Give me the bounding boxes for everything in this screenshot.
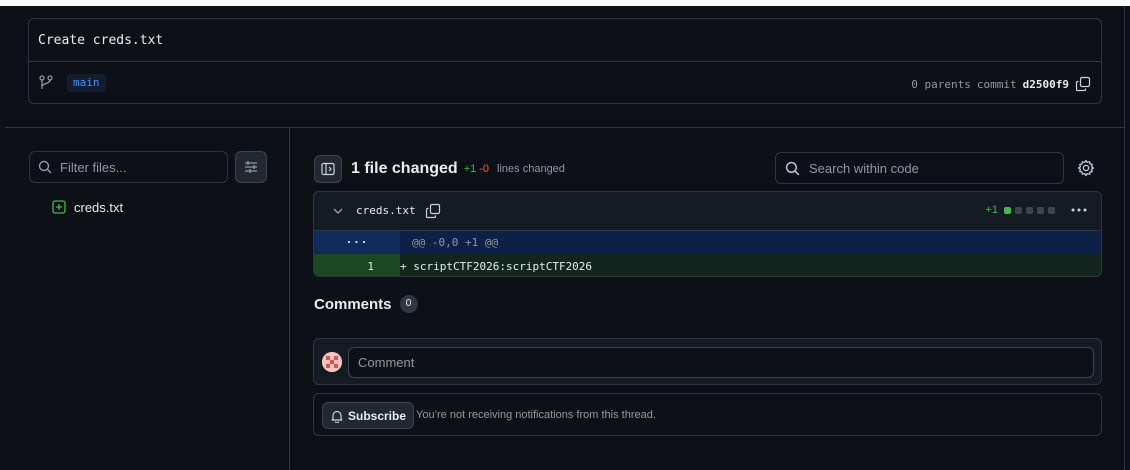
comments-header: Comments 0	[314, 295, 418, 313]
lines-changed-label: lines changed	[497, 163, 565, 175]
commit-meta: 0 parents commit d2500f9	[911, 74, 1091, 94]
filter-files-input[interactable]	[29, 151, 228, 183]
comment-input[interactable]	[348, 347, 1094, 378]
comment-composer	[313, 338, 1102, 385]
comments-title: Comments	[314, 295, 392, 313]
diff-stat-block	[1037, 206, 1044, 214]
commit-header: Create creds.txt main 0 parents commit d…	[28, 18, 1102, 104]
deletions-count: -0	[479, 163, 490, 175]
diff-stat-block	[1026, 206, 1033, 214]
code-search-input[interactable]	[775, 152, 1064, 184]
parents-count[interactable]: 0 parents	[911, 78, 971, 91]
search-icon	[785, 161, 800, 175]
files-changed-count: 1 file changed	[351, 160, 458, 177]
sliders-icon	[245, 161, 257, 173]
sidebar-collapse-icon	[321, 162, 335, 176]
branch-badge[interactable]: main	[67, 74, 106, 92]
code-search-field[interactable]	[809, 160, 1049, 176]
diff-filename[interactable]: creds.txt	[356, 204, 416, 217]
git-branch-icon	[39, 75, 53, 89]
diff-hunk-row: ··· @@ -0,0 +1 @@	[314, 231, 1101, 254]
diff-stat-block	[1015, 206, 1022, 214]
identicon-icon	[322, 352, 342, 372]
diff-stat-block	[1048, 206, 1055, 214]
diff-line-added: 1 + scriptCTF2026:scriptCTF2026	[314, 254, 1101, 276]
chevron-down-icon[interactable]	[332, 205, 344, 217]
page-scrollbar[interactable]	[1124, 6, 1130, 470]
subscribe-button[interactable]: Subscribe	[322, 402, 415, 429]
comment-field[interactable]	[358, 355, 1058, 370]
diff-summary: 1 file changed +1 -0 lines changed	[351, 158, 565, 180]
gear-icon[interactable]	[1077, 159, 1095, 177]
file-diff: creds.txt +1 ··· @@ -0,0 +1 @@ 1 + scrip…	[313, 191, 1102, 277]
hunk-header: @@ -0,0 +1 @@	[412, 236, 499, 249]
commit-label: commit	[976, 77, 1017, 91]
diff-stat-additions: +1	[985, 204, 998, 216]
diff-line-content: + scriptCTF2026:scriptCTF2026	[400, 259, 593, 273]
file-tree-item[interactable]: creds.txt	[52, 197, 123, 217]
line-number[interactable]: 1	[314, 254, 400, 276]
file-diff-header: creds.txt +1	[314, 192, 1101, 231]
commit-sha: d2500f9	[1022, 77, 1069, 91]
diff-stat-block	[1004, 206, 1011, 214]
subscribe-button-label: Subscribe	[348, 408, 407, 423]
diff-stat: +1	[985, 204, 1055, 216]
copy-icon[interactable]	[425, 203, 441, 219]
bell-icon	[331, 410, 343, 423]
copy-icon[interactable]	[1075, 76, 1091, 92]
filter-options-button[interactable]	[235, 151, 267, 183]
toggle-file-tree-button[interactable]	[314, 155, 342, 183]
file-tree-item-label: creds.txt	[74, 199, 124, 215]
commit-title: Create creds.txt	[38, 33, 164, 48]
notification-status-text: You’re not receiving notifications from …	[416, 409, 656, 421]
file-added-icon	[52, 200, 66, 214]
section-divider	[5, 127, 1124, 128]
search-icon	[38, 160, 52, 174]
avatar[interactable]	[322, 352, 342, 372]
expand-hunk-button[interactable]: ···	[314, 231, 400, 254]
filter-files-field[interactable]	[60, 159, 210, 175]
additions-count: +1	[463, 163, 477, 175]
kebab-menu-icon[interactable]	[1069, 202, 1089, 218]
subscription-panel: Subscribe You’re not receiving notificat…	[313, 393, 1102, 436]
sidebar-divider[interactable]	[289, 128, 290, 470]
commit-header-divider	[29, 61, 1101, 62]
comments-count-badge: 0	[399, 295, 418, 313]
